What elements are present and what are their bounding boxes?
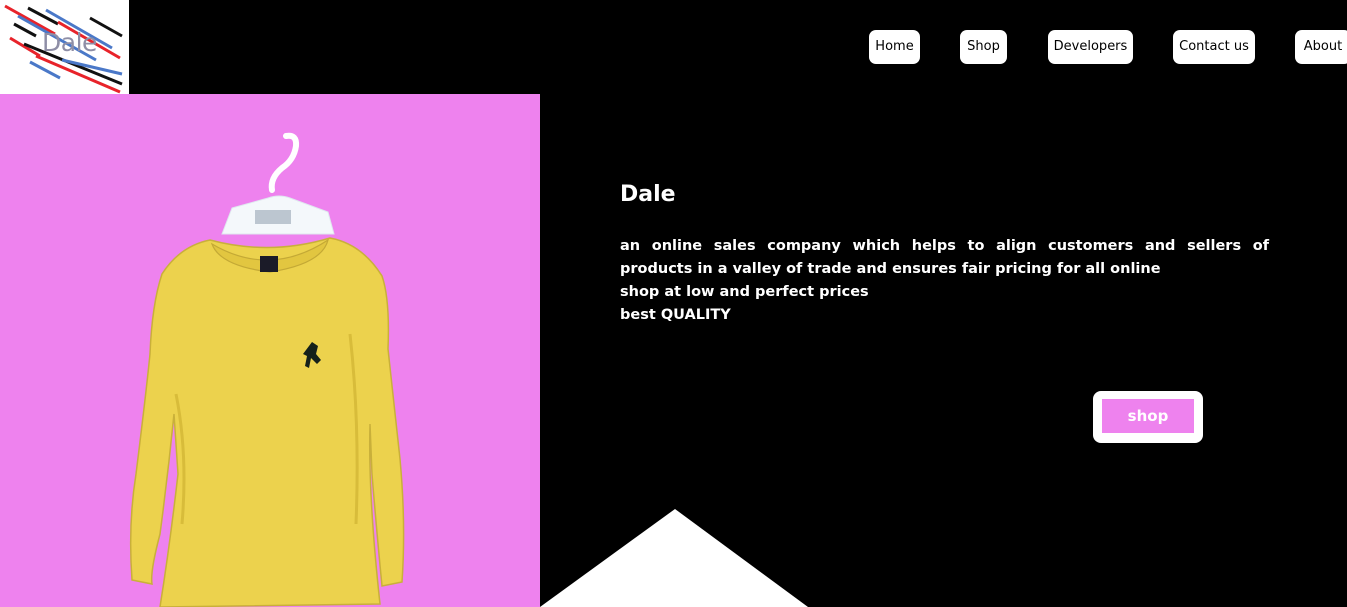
hero-description-text: an online sales company which helps to a… <box>620 238 1269 277</box>
hero-tagline-prices: shop at low and perfect prices <box>620 284 869 300</box>
shop-cta-button[interactable]: shop <box>1093 391 1203 443</box>
hero-title: Dale <box>620 182 676 207</box>
brand-logo[interactable]: Dale <box>0 0 129 94</box>
nav-developers-button[interactable]: Developers <box>1048 30 1133 64</box>
yellow-shirt-illustration <box>129 132 405 607</box>
nav-about-button[interactable]: About <box>1295 30 1347 64</box>
hero-tagline-quality: best QUALITY <box>620 307 731 323</box>
page: Dale Home Shop Developers Contact us Abo… <box>0 0 1347 607</box>
shop-cta-label: shop <box>1102 399 1194 433</box>
hero-description: an online sales company which helps to a… <box>620 235 1269 327</box>
logo-text: Dale <box>42 28 97 57</box>
nav-contact-button[interactable]: Contact us <box>1173 30 1255 64</box>
nav-home-button[interactable]: Home <box>869 30 920 64</box>
nav-shop-button[interactable]: Shop <box>960 30 1007 64</box>
hero-product-image <box>0 94 540 607</box>
decorative-triangle <box>540 509 808 607</box>
